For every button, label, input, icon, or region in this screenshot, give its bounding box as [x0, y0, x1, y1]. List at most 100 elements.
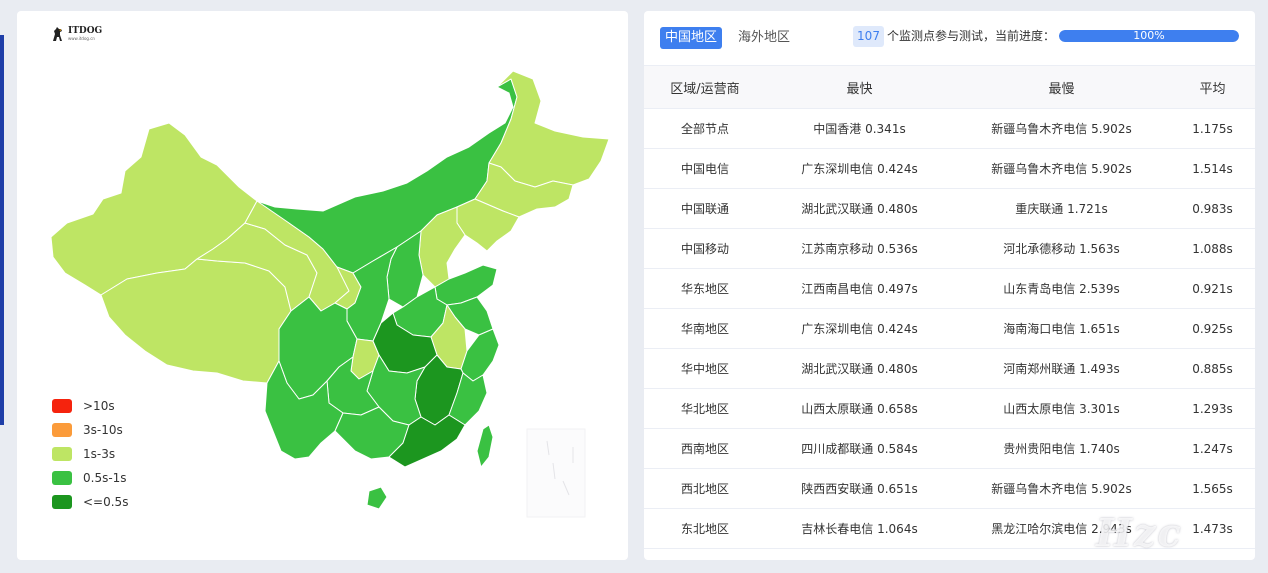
- cell-slowest: 新疆乌鲁木齐电信 5.902s: [953, 108, 1170, 149]
- cell-region: 中国联通: [644, 188, 766, 229]
- left-edge-strip: [0, 35, 4, 425]
- cell-average: 1.473s: [1170, 508, 1255, 549]
- cell-average: 1.247s: [1170, 428, 1255, 469]
- cell-slowest: 中国台湾 0.651s: [953, 548, 1170, 560]
- legend-swatch: [52, 447, 72, 461]
- progress-bar: 100%: [1059, 30, 1239, 42]
- cell-region: 西南地区: [644, 428, 766, 469]
- table-row: 中国联通 湖北武汉联通 0.480s 重庆联通 1.721s 0.983s: [644, 188, 1255, 229]
- cell-average: 0.925s: [1170, 308, 1255, 349]
- cell-average: 1.514s: [1170, 148, 1255, 189]
- progress-label: 个监测点参与测试，当前进度：: [887, 29, 1056, 43]
- cell-slowest: 海南海口电信 1.651s: [953, 308, 1170, 349]
- cell-average: 0.921s: [1170, 268, 1255, 309]
- cell-average: 1.565s: [1170, 468, 1255, 509]
- results-toolbar: 中国地区 海外地区 107 个监测点参与测试，当前进度： 100%: [644, 11, 1255, 66]
- legend-item[interactable]: <=0.5s: [52, 490, 128, 514]
- logo-brand-text: ITDOG: [68, 26, 103, 36]
- table-row: 华南地区 广东深圳电信 0.424s 海南海口电信 1.651s 0.925s: [644, 308, 1255, 349]
- cell-region: 中国电信: [644, 148, 766, 189]
- cell-fastest: 中国香港 0.341s: [766, 108, 953, 149]
- results-table: 区域/运营商 最快 最慢 平均 全部节点 中国香港 0.341s 新疆乌鲁木齐电信 …: [644, 66, 1255, 560]
- table-row: 东北地区 吉林长春电信 1.064s 黑龙江哈尔滨电信 2.943s 1.473s: [644, 508, 1255, 549]
- column-header-region[interactable]: 区域/运营商: [644, 66, 766, 109]
- legend-label: 0.5s-1s: [83, 471, 127, 485]
- cell-slowest: 新疆乌鲁木齐电信 5.902s: [953, 468, 1170, 509]
- table-row: 中国电信 广东深圳电信 0.424s 新疆乌鲁木齐电信 5.902s 1.514s: [644, 148, 1255, 189]
- cell-region: 港澳台: [644, 548, 766, 560]
- cell-slowest: 河南郑州联通 1.493s: [953, 348, 1170, 389]
- table-row: 港澳台中国香港 0.341s中国台湾 0.651s0.496s: [644, 548, 1255, 560]
- logo-sub-text: www.itdog.cn: [68, 36, 95, 41]
- legend-swatch: [52, 423, 72, 437]
- results-panel: 中国地区 海外地区 107 个监测点参与测试，当前进度： 100% 区域/运营商…: [644, 11, 1255, 560]
- cell-slowest: 新疆乌鲁木齐电信 5.902s: [953, 148, 1170, 189]
- cell-slowest: 重庆联通 1.721s: [953, 188, 1170, 229]
- cell-fastest: 中国香港 0.341s: [766, 548, 953, 560]
- legend-swatch: [52, 495, 72, 509]
- cell-region: 华北地区: [644, 388, 766, 429]
- cell-average: 0.983s: [1170, 188, 1255, 229]
- legend-item[interactable]: >10s: [52, 394, 128, 418]
- region-zhejiang[interactable]: [460, 328, 500, 382]
- cell-fastest: 湖北武汉联通 0.480s: [766, 188, 953, 229]
- cell-average: 0.496s: [1170, 548, 1255, 560]
- cell-fastest: 江西南昌电信 0.497s: [766, 268, 953, 309]
- map-panel: ITDOG www.itdog.cn >10s 3s-10s 1s-3s 0.5s-1…: [17, 11, 628, 560]
- cell-fastest: 陕西西安联通 0.651s: [766, 468, 953, 509]
- cell-fastest: 广东深圳电信 0.424s: [766, 308, 953, 349]
- dog-logo-icon: [53, 27, 62, 41]
- cell-average: 1.175s: [1170, 108, 1255, 149]
- table-header-row: 区域/运营商 最快 最慢 平均: [644, 66, 1255, 109]
- cell-region: 全部节点: [644, 108, 766, 149]
- itdog-logo: ITDOG www.itdog.cn: [50, 26, 102, 42]
- table-row: 全部节点 中国香港 0.341s 新疆乌鲁木齐电信 5.902s 1.175s: [644, 108, 1255, 149]
- cell-slowest: 贵州贵阳电信 1.740s: [953, 428, 1170, 469]
- cell-slowest: 山东青岛电信 2.539s: [953, 268, 1170, 309]
- column-header-slowest[interactable]: 最慢: [953, 66, 1170, 109]
- cell-fastest: 四川成都联通 0.584s: [766, 428, 953, 469]
- cell-slowest: 黑龙江哈尔滨电信 2.943s: [953, 508, 1170, 549]
- cell-fastest: 湖北武汉联通 0.480s: [766, 348, 953, 389]
- table-row: 华北地区 山西太原联通 0.658s 山西太原电信 3.301s 1.293s: [644, 388, 1255, 429]
- cell-region: 东北地区: [644, 508, 766, 549]
- legend-item[interactable]: 3s-10s: [52, 418, 128, 442]
- column-header-average[interactable]: 平均: [1170, 66, 1255, 109]
- legend-label: <=0.5s: [83, 495, 129, 509]
- legend-label: 3s-10s: [83, 423, 123, 437]
- tab-china-region[interactable]: 中国地区: [660, 27, 723, 49]
- table-row: 中国移动 江苏南京移动 0.536s 河北承德移动 1.563s 1.088s: [644, 228, 1255, 269]
- region-hainan[interactable]: [366, 486, 388, 510]
- south-china-sea-inset: [526, 428, 586, 518]
- cell-fastest: 山西太原联通 0.658s: [766, 388, 953, 429]
- table-row: 华中地区 湖北武汉联通 0.480s 河南郑州联通 1.493s 0.885s: [644, 348, 1255, 389]
- legend-label: 1s-3s: [83, 447, 116, 461]
- cell-region: 华南地区: [644, 308, 766, 349]
- legend-item[interactable]: 1s-3s: [52, 442, 128, 466]
- progress-text: 100%: [1133, 30, 1165, 42]
- cell-fastest: 吉林长春电信 1.064s: [766, 508, 953, 549]
- tab-overseas-region[interactable]: 海外地区: [738, 27, 790, 49]
- cell-slowest: 河北承德移动 1.563s: [953, 228, 1170, 269]
- legend-label: >10s: [83, 399, 115, 413]
- cell-average: 1.293s: [1170, 388, 1255, 429]
- legend-item[interactable]: 0.5s-1s: [52, 466, 128, 490]
- cell-region: 西北地区: [644, 468, 766, 509]
- cell-fastest: 广东深圳电信 0.424s: [766, 148, 953, 189]
- cell-average: 0.885s: [1170, 348, 1255, 389]
- cell-region: 华东地区: [644, 268, 766, 309]
- cell-slowest: 山西太原电信 3.301s: [953, 388, 1170, 429]
- map-legend: >10s 3s-10s 1s-3s 0.5s-1s <=0.5s: [52, 394, 128, 514]
- region-taiwan[interactable]: [476, 424, 494, 468]
- cell-fastest: 江苏南京移动 0.536s: [766, 228, 953, 269]
- cell-region: 华中地区: [644, 348, 766, 389]
- column-header-fastest[interactable]: 最快: [766, 66, 953, 109]
- table-row: 西北地区 陕西西安联通 0.651s 新疆乌鲁木齐电信 5.902s 1.565s: [644, 468, 1255, 509]
- cell-average: 1.088s: [1170, 228, 1255, 269]
- table-row: 华东地区 江西南昌电信 0.497s 山东青岛电信 2.539s 0.921s: [644, 268, 1255, 309]
- legend-swatch: [52, 471, 72, 485]
- node-count-badge: 107: [853, 26, 884, 47]
- table-row: 西南地区 四川成都联通 0.584s 贵州贵阳电信 1.740s 1.247s: [644, 428, 1255, 469]
- legend-swatch: [52, 399, 72, 413]
- cell-region: 中国移动: [644, 228, 766, 269]
